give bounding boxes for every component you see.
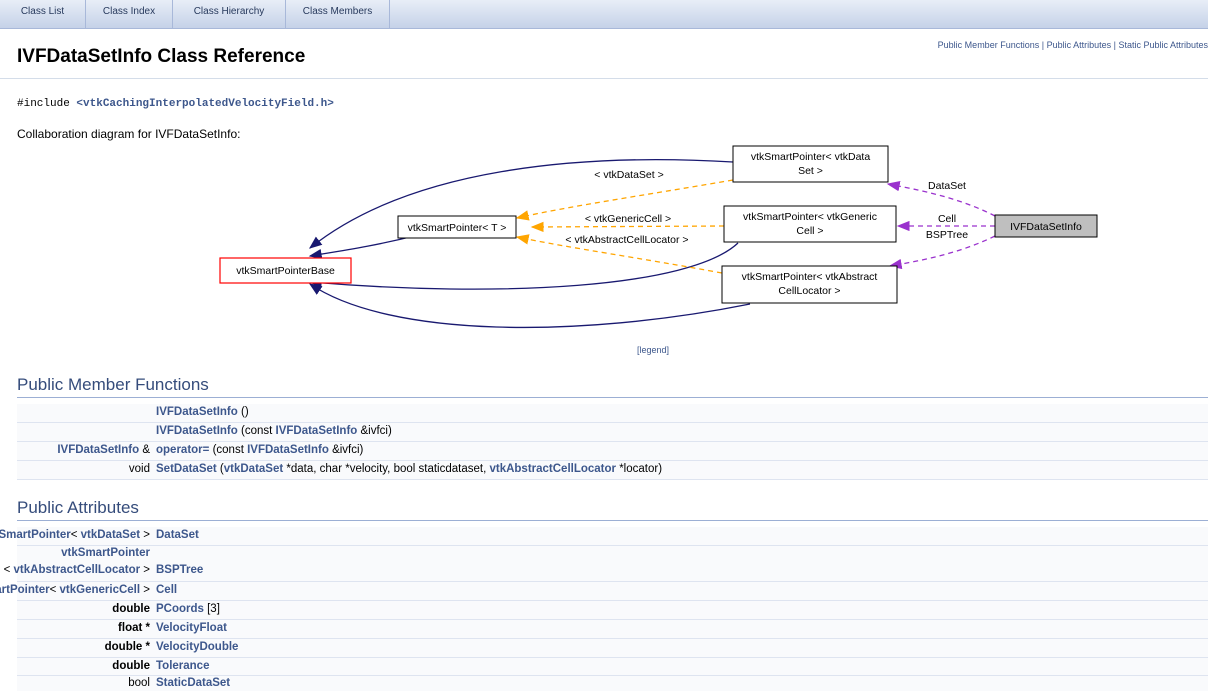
attribute-row: float * VelocityFloat (17, 620, 1208, 639)
member-link-constructor[interactable]: IVFDataSetInfo (156, 406, 238, 418)
attr-link-velocitydouble[interactable]: VelocityDouble (156, 641, 238, 653)
member-row: IVFDataSetInfo & operator= (const IVFDat… (17, 442, 1208, 461)
attr-type: float * (118, 622, 150, 634)
attr-type: double (112, 660, 150, 672)
attr-type-link[interactable]: vtkAbstractCellLocator (14, 564, 141, 576)
attr-type: double * (104, 641, 150, 653)
node-label-dataset-line2: Set > (798, 165, 823, 177)
include-file-link[interactable]: <vtkCachingInterpolatedVelocityField.h> (76, 98, 333, 110)
include-keyword: #include (17, 98, 77, 110)
member-link-operator-assign[interactable]: operator= (156, 444, 209, 456)
member-args: () (237, 406, 249, 418)
member-args: &ivfci) (357, 425, 392, 437)
member-args: *locator) (616, 463, 663, 475)
node-label-dataset-line1: vtkSmartPointer< vtkData (751, 151, 870, 163)
attribute-row: double Tolerance (17, 658, 1208, 676)
attr-type-link[interactable]: vtkDataSet (81, 529, 140, 541)
edge-label-template-dataset: < vtkDataSet > (594, 169, 663, 181)
attribute-row: double PCoords [3] (17, 601, 1208, 620)
tab-class-index[interactable]: Class Index (86, 0, 173, 28)
edge-label-template-acl: < vtkAbstractCellLocator > (565, 234, 688, 246)
attr-type-link[interactable]: vtkSmartPointer (0, 584, 50, 596)
node-label-genericcell-line2: Cell > (796, 225, 823, 237)
template-edge-genericcell (530, 221, 725, 233)
edge-label-member-cell: Cell (938, 213, 956, 225)
member-args: (const (237, 425, 276, 437)
tab-class-list[interactable]: Class List (0, 0, 86, 28)
attr-type-text: < (3, 564, 14, 576)
member-args: &ivfci) (328, 444, 364, 456)
member-row: IVFDataSetInfo (const IVFDataSetInfo &iv… (17, 423, 1208, 442)
nav-tab-bar: Class List Class Index Class Hierarchy C… (0, 0, 1208, 29)
attribute-row: bool StaticDataSet (17, 676, 1208, 691)
node-label-vtksmartpointerbase: vtkSmartPointerBase (236, 265, 335, 277)
attr-link-dataset[interactable]: DataSet (156, 529, 199, 541)
member-args: *data, char *velocity, bool staticdatase… (283, 463, 490, 475)
page-title: IVFDataSetInfo Class Reference (17, 46, 306, 67)
attr-type-text: > (140, 529, 150, 541)
attr-link-bsptree[interactable]: BSPTree (156, 564, 203, 576)
attr-link-pcoords[interactable]: PCoords (156, 603, 204, 615)
attr-type-text: > (140, 564, 150, 576)
include-line: #include <vtkCachingInterpolatedVelocity… (17, 98, 334, 110)
attribute-row: vtkSmartPointer< vtkGenericCell > Cell (0, 582, 1208, 601)
attr-type: bool (128, 677, 150, 689)
section-heading-public-member-functions: Public Member Functions (17, 375, 209, 394)
attr-type-text: < (70, 529, 81, 541)
section-rule (17, 397, 1208, 398)
collaboration-diagram: vtkSmartPointerBase vtkSmartPointer< T >… (219, 145, 1098, 329)
legend-link[interactable]: [legend] (637, 345, 669, 355)
attr-type-link[interactable]: vtkSmartPointer (0, 529, 71, 541)
member-args: (const (209, 444, 248, 456)
edge-label-member-dataset: DataSet (928, 180, 966, 192)
inherit-edge-genericcell (308, 242, 739, 290)
node-label-vtksmartpointer-template: vtkSmartPointer< T > (408, 222, 507, 234)
node-label-acl-line2: CellLocator > (778, 285, 840, 297)
node-label-acl-line1: vtkSmartPointer< vtkAbstract (742, 271, 878, 283)
summary-links: Public Member Functions | Public Attribu… (938, 40, 1208, 50)
section-rule (17, 520, 1208, 521)
attribute-row: double * VelocityDouble (17, 639, 1208, 658)
header-divider (0, 78, 1208, 79)
tab-class-hierarchy[interactable]: Class Hierarchy (173, 0, 286, 28)
attr-link-cell[interactable]: Cell (156, 584, 177, 596)
member-return-type: & (139, 444, 150, 456)
attribute-row: vtkSmartPointer< vtkDataSet > DataSet (0, 527, 1208, 546)
member-arg-type-link[interactable]: IVFDataSetInfo (247, 444, 329, 456)
section-heading-public-attributes: Public Attributes (17, 498, 139, 517)
member-return-type: void (128, 463, 150, 475)
attr-type-text: > (140, 584, 150, 596)
summary-link-public-attributes[interactable]: Public Attributes (1047, 40, 1112, 50)
attribute-row: vtkSmartPointer < vtkAbstractCellLocator… (4, 546, 1208, 582)
edge-label-template-genericcell: < vtkGenericCell > (585, 213, 671, 225)
member-arg-type-link[interactable]: IVFDataSetInfo (276, 425, 358, 437)
attr-type-link[interactable]: vtkSmartPointer (61, 547, 150, 559)
node-label-ivfdatasetinfo: IVFDataSetInfo (1010, 221, 1082, 233)
node-label-genericcell-line1: vtkSmartPointer< vtkGeneric (743, 211, 877, 223)
member-row: void SetDataSet (vtkDataSet *data, char … (17, 461, 1208, 480)
member-arg-type-link[interactable]: vtkAbstractCellLocator (489, 463, 616, 475)
attr-suffix: [3] (203, 603, 220, 615)
member-args: ( (216, 463, 224, 475)
summary-link-static-public-attributes[interactable]: Static Public Attributes (1118, 40, 1208, 50)
summary-link-public-member-functions[interactable]: Public Member Functions (938, 40, 1040, 50)
member-link-setdataset[interactable]: SetDataSet (156, 463, 217, 475)
attr-link-staticdataset[interactable]: StaticDataSet (156, 677, 230, 689)
member-row: IVFDataSetInfo () (17, 404, 1208, 423)
attr-type-text: < (49, 584, 60, 596)
summary-separator: | (1039, 40, 1047, 50)
tab-class-members[interactable]: Class Members (286, 0, 390, 28)
member-return-type-link[interactable]: IVFDataSetInfo (57, 444, 139, 456)
attr-type: double (112, 603, 150, 615)
attr-type-link[interactable]: vtkGenericCell (60, 584, 141, 596)
attr-link-velocityfloat[interactable]: VelocityFloat (156, 622, 227, 634)
attr-link-tolerance[interactable]: Tolerance (156, 660, 209, 672)
member-link-copy-constructor[interactable]: IVFDataSetInfo (156, 425, 238, 437)
inherit-edge-acl (308, 283, 751, 329)
edge-label-member-bsptree: BSPTree (926, 229, 968, 241)
member-arg-type-link[interactable]: vtkDataSet (224, 463, 283, 475)
